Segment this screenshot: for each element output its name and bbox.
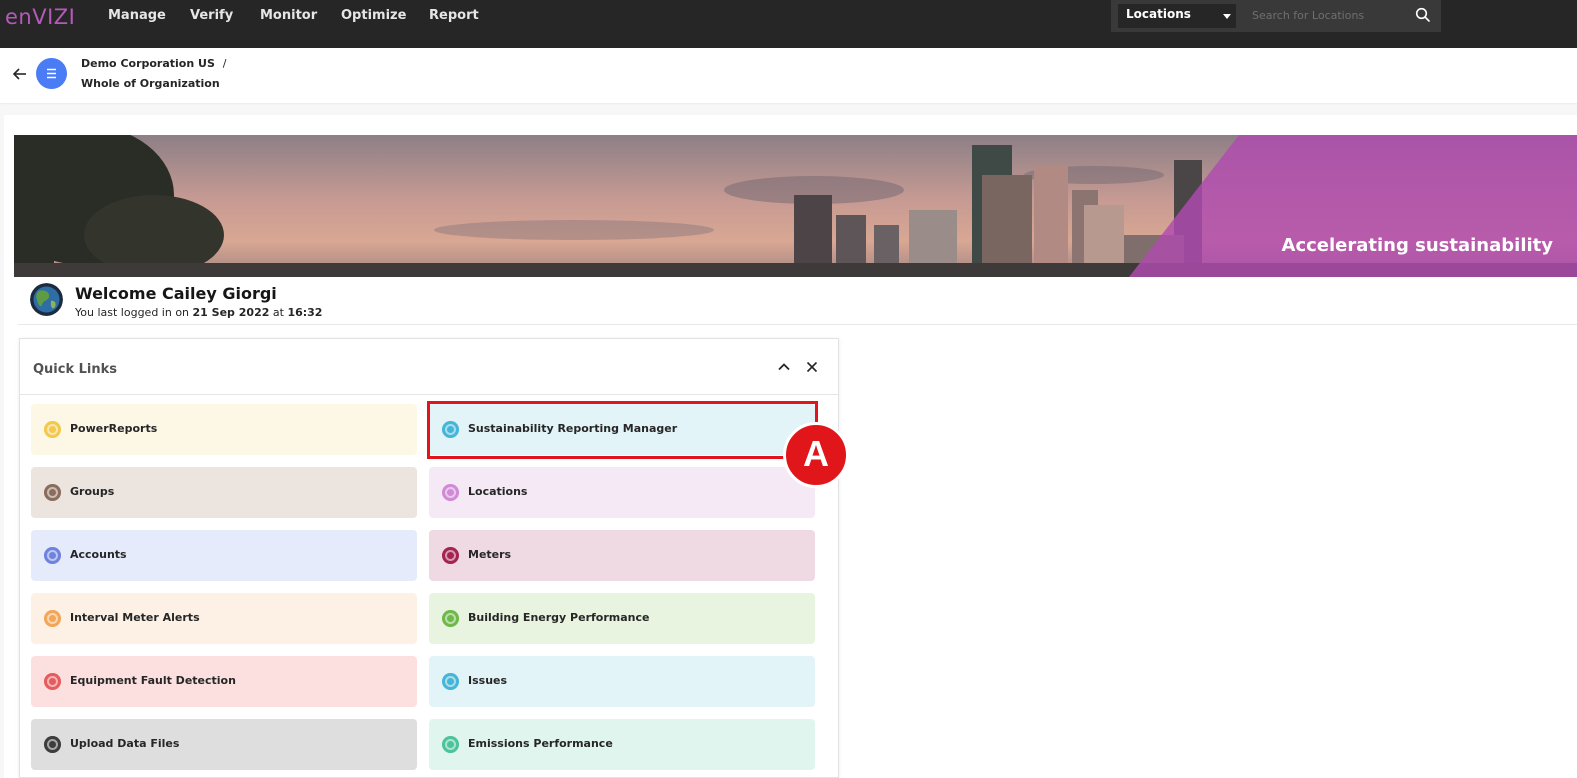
hamburger-menu-button[interactable] [36, 58, 67, 89]
nav-verify[interactable]: Verify [190, 8, 233, 23]
tile-label: Groups [70, 485, 115, 498]
welcome-heading: Welcome Cailey Giorgi [75, 284, 277, 303]
last-login-date: 21 Sep 2022 [192, 306, 270, 319]
issues-icon [442, 673, 459, 690]
tile-equipment-fault-detection[interactable]: Equipment Fault Detection [31, 656, 417, 707]
last-login-time: 16:32 [287, 306, 323, 319]
tile-accounts[interactable]: Accounts [31, 530, 417, 581]
tile-building-energy-performance[interactable]: Building Energy Performance [429, 593, 815, 644]
tile-label: Building Energy Performance [468, 611, 650, 624]
tile-locations[interactable]: Locations [429, 467, 815, 518]
envizi-logo[interactable]: enVIZI [5, 5, 75, 29]
building-energy-icon [442, 610, 459, 627]
breadcrumb-scope[interactable]: Whole of Organization [81, 77, 220, 90]
groups-icon [44, 484, 61, 501]
top-navigation-bar: enVIZI Manage Verify Monitor Optimize Re… [0, 0, 1577, 48]
breadcrumb-separator: / [222, 57, 227, 70]
annotation-marker: A [783, 422, 849, 488]
tile-powerreports[interactable]: PowerReports [31, 404, 417, 455]
tile-label: Accounts [70, 548, 127, 561]
tile-label: Meters [468, 548, 512, 561]
accounts-icon [44, 547, 61, 564]
breadcrumb-organization[interactable]: Demo Corporation US / [81, 57, 226, 70]
globe-icon [30, 283, 63, 316]
hero-banner: Accelerating sustainability [14, 135, 1577, 277]
tile-label: PowerReports [70, 422, 158, 435]
tile-label: Locations [468, 485, 528, 498]
location-type-selected: Locations [1126, 7, 1191, 21]
upload-icon [44, 736, 61, 753]
menu-icon [47, 68, 56, 79]
tile-label: Equipment Fault Detection [70, 674, 236, 687]
bell-icon [44, 610, 61, 627]
caret-down-icon [1223, 14, 1231, 19]
divider [18, 324, 1577, 325]
chevron-up-icon[interactable] [776, 359, 792, 375]
location-pin-icon [442, 484, 459, 501]
quick-links-title: Quick Links [33, 362, 118, 377]
tile-issues[interactable]: Issues [429, 656, 815, 707]
nav-report[interactable]: Report [429, 8, 479, 23]
tile-upload-data-files[interactable]: Upload Data Files [31, 719, 417, 770]
tile-groups[interactable]: Groups [31, 467, 417, 518]
location-search-input[interactable]: Search for Locations [1252, 9, 1364, 22]
last-login-at: at [272, 306, 284, 319]
tile-meters[interactable]: Meters [429, 530, 815, 581]
tile-label: Issues [468, 674, 508, 687]
close-icon[interactable] [804, 359, 820, 375]
nav-manage[interactable]: Manage [108, 8, 166, 23]
divider [20, 394, 838, 395]
fault-signal-icon [44, 673, 61, 690]
user-avatar[interactable] [30, 283, 63, 316]
tile-label: Emissions Performance [468, 737, 613, 750]
tile-label: Interval Meter Alerts [70, 611, 200, 624]
last-login-text: You last logged in on 21 Sep 2022 at 16:… [75, 306, 322, 319]
tile-emissions-performance[interactable]: Emissions Performance [429, 719, 815, 770]
back-arrow-icon[interactable] [11, 65, 29, 83]
tile-label: Upload Data Files [70, 737, 180, 750]
tile-interval-meter-alerts[interactable]: Interval Meter Alerts [31, 593, 417, 644]
emissions-icon [442, 736, 459, 753]
nav-optimize[interactable]: Optimize [341, 8, 406, 23]
nav-monitor[interactable]: Monitor [260, 8, 317, 23]
search-icon[interactable] [1415, 7, 1431, 23]
annotation-highlight-box [427, 401, 818, 459]
report-icon [44, 421, 61, 438]
meter-icon [442, 547, 459, 564]
breadcrumb-bar: Demo Corporation US / Whole of Organizat… [0, 48, 1577, 104]
banner-tagline: Accelerating sustainability [1281, 235, 1553, 256]
last-login-prefix: You last logged in on [75, 306, 190, 319]
breadcrumb-organization-label: Demo Corporation US [81, 57, 215, 70]
location-type-dropdown[interactable]: Locations [1118, 4, 1236, 28]
